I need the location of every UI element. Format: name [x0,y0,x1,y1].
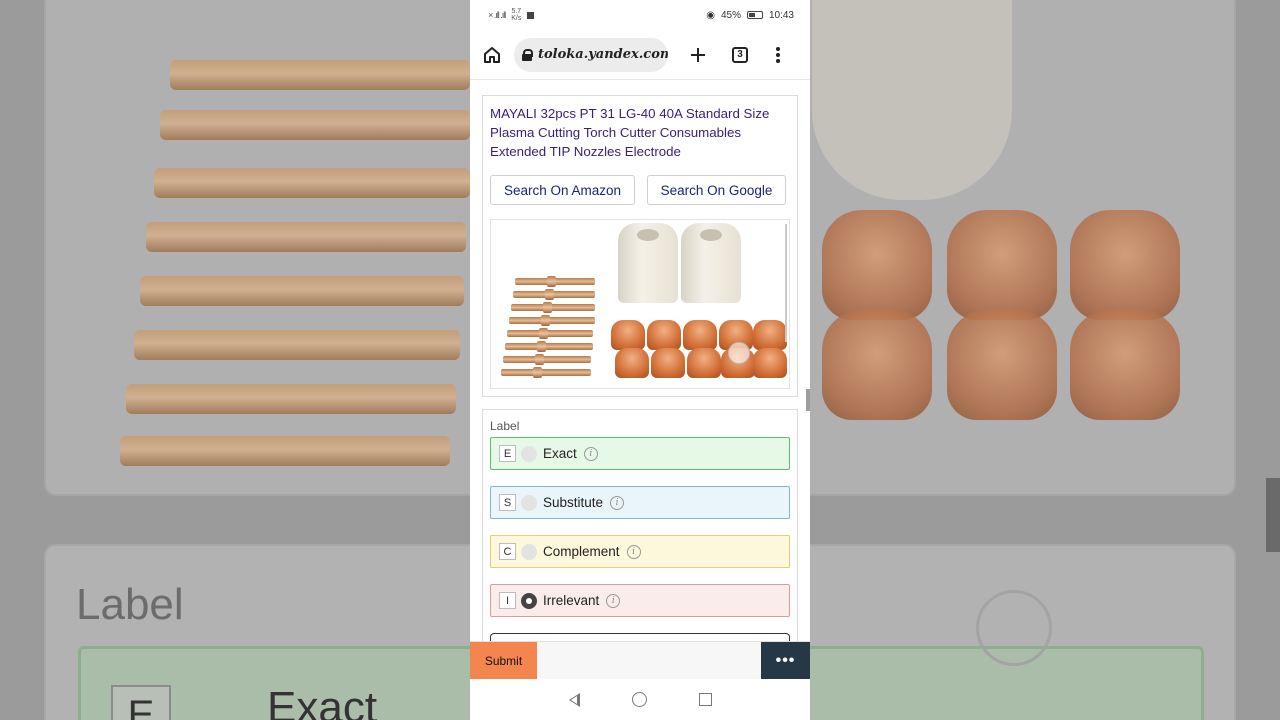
radio-button[interactable] [521,543,537,560]
battery-icon [746,11,763,19]
background-option-label: Exact [267,683,378,720]
hotkey-badge: C [499,543,516,560]
background-electrodes-image [120,40,470,466]
ceramic-cup-image [618,223,678,303]
info-icon[interactable]: i [606,593,621,608]
search-google-button[interactable]: Search On Google [647,175,786,205]
option-label: Substitute [543,495,604,510]
net-speed: 5.7 K/s [511,8,522,22]
status-bar: × .ıll .ıll 5.7 K/s ◉ 45% 10:43 [470,0,810,30]
option-irrelevant[interactable]: I Irrelevant i [490,584,790,617]
product-image [490,219,790,389]
background-option-key: E [111,685,171,720]
background-scrollbar [1266,478,1280,552]
info-icon[interactable]: i [610,495,625,510]
more-options-button[interactable]: ••• [761,642,810,680]
bottom-action-bar: Submit ••• [470,641,810,680]
battery-percent: 45% [720,9,741,21]
plus-icon[interactable] [686,43,710,67]
hotkey-badge: S [499,494,516,511]
more-vert-icon[interactable] [766,43,790,67]
search-amazon-button[interactable]: Search On Amazon [490,175,635,205]
option-label: Complement [543,544,620,559]
tabs-button[interactable]: 3 [728,43,752,67]
home-icon[interactable] [480,43,504,67]
option-substitute[interactable]: S Substitute i [490,486,790,519]
address-bar[interactable]: toloka.yandex.com [514,37,668,72]
option-label: Exact [543,446,577,461]
electrodes-image [501,274,601,386]
browser-toolbar: toloka.yandex.com 3 [470,30,810,80]
page-scrollbar[interactable] [806,389,810,411]
label-card: Label E Exact i S Substitute i C Complem… [482,409,798,641]
radio-button-selected[interactable] [521,592,537,609]
phone-screen: × .ıll .ıll 5.7 K/s ◉ 45% 10:43 toloka.ya… [470,0,810,720]
ceramic-cup-image [681,223,741,303]
hotkey-badge: E [499,445,516,462]
next-field[interactable] [490,633,790,641]
nozzles-image [609,318,789,388]
image-scrollbar[interactable] [785,224,787,342]
option-label: Irrelevant [543,593,600,608]
signal-icon: × .ıll .ıll [488,10,506,20]
info-icon[interactable]: i [626,544,641,559]
option-complement[interactable]: C Complement i [490,535,790,568]
tabs-icon: 3 [732,46,748,63]
android-nav-bar [470,679,810,720]
background-label-caption: Label [76,580,184,629]
background-nozzles-image [812,200,1192,450]
radio-button[interactable] [521,494,537,511]
clock: 10:43 [768,9,794,21]
background-cup-image [812,0,1012,200]
option-exact[interactable]: E Exact i [490,437,790,470]
url-text: toloka.yandex.com [538,47,668,62]
info-icon[interactable]: i [583,446,598,461]
product-card: MAYALI 32pcs PT 31 LG-40 40A Standard Si… [482,95,798,397]
back-icon[interactable] [568,692,580,707]
touch-indicator [728,342,750,364]
product-title: MAYALI 32pcs PT 31 LG-40 40A Standard Si… [490,106,770,159]
label-caption: Label [490,419,520,433]
hotkey-badge: I [499,592,516,609]
submit-button[interactable]: Submit [470,642,537,680]
home-circle-icon[interactable] [631,692,647,707]
page-content: MAYALI 32pcs PT 31 LG-40 40A Standard Si… [470,81,810,641]
background-touch-indicator [976,590,1052,666]
recent-apps-icon[interactable] [698,693,712,706]
eye-icon: ◉ [706,9,715,21]
lock-icon [522,49,533,61]
radio-button[interactable] [521,445,537,462]
notification-icon [527,11,535,19]
